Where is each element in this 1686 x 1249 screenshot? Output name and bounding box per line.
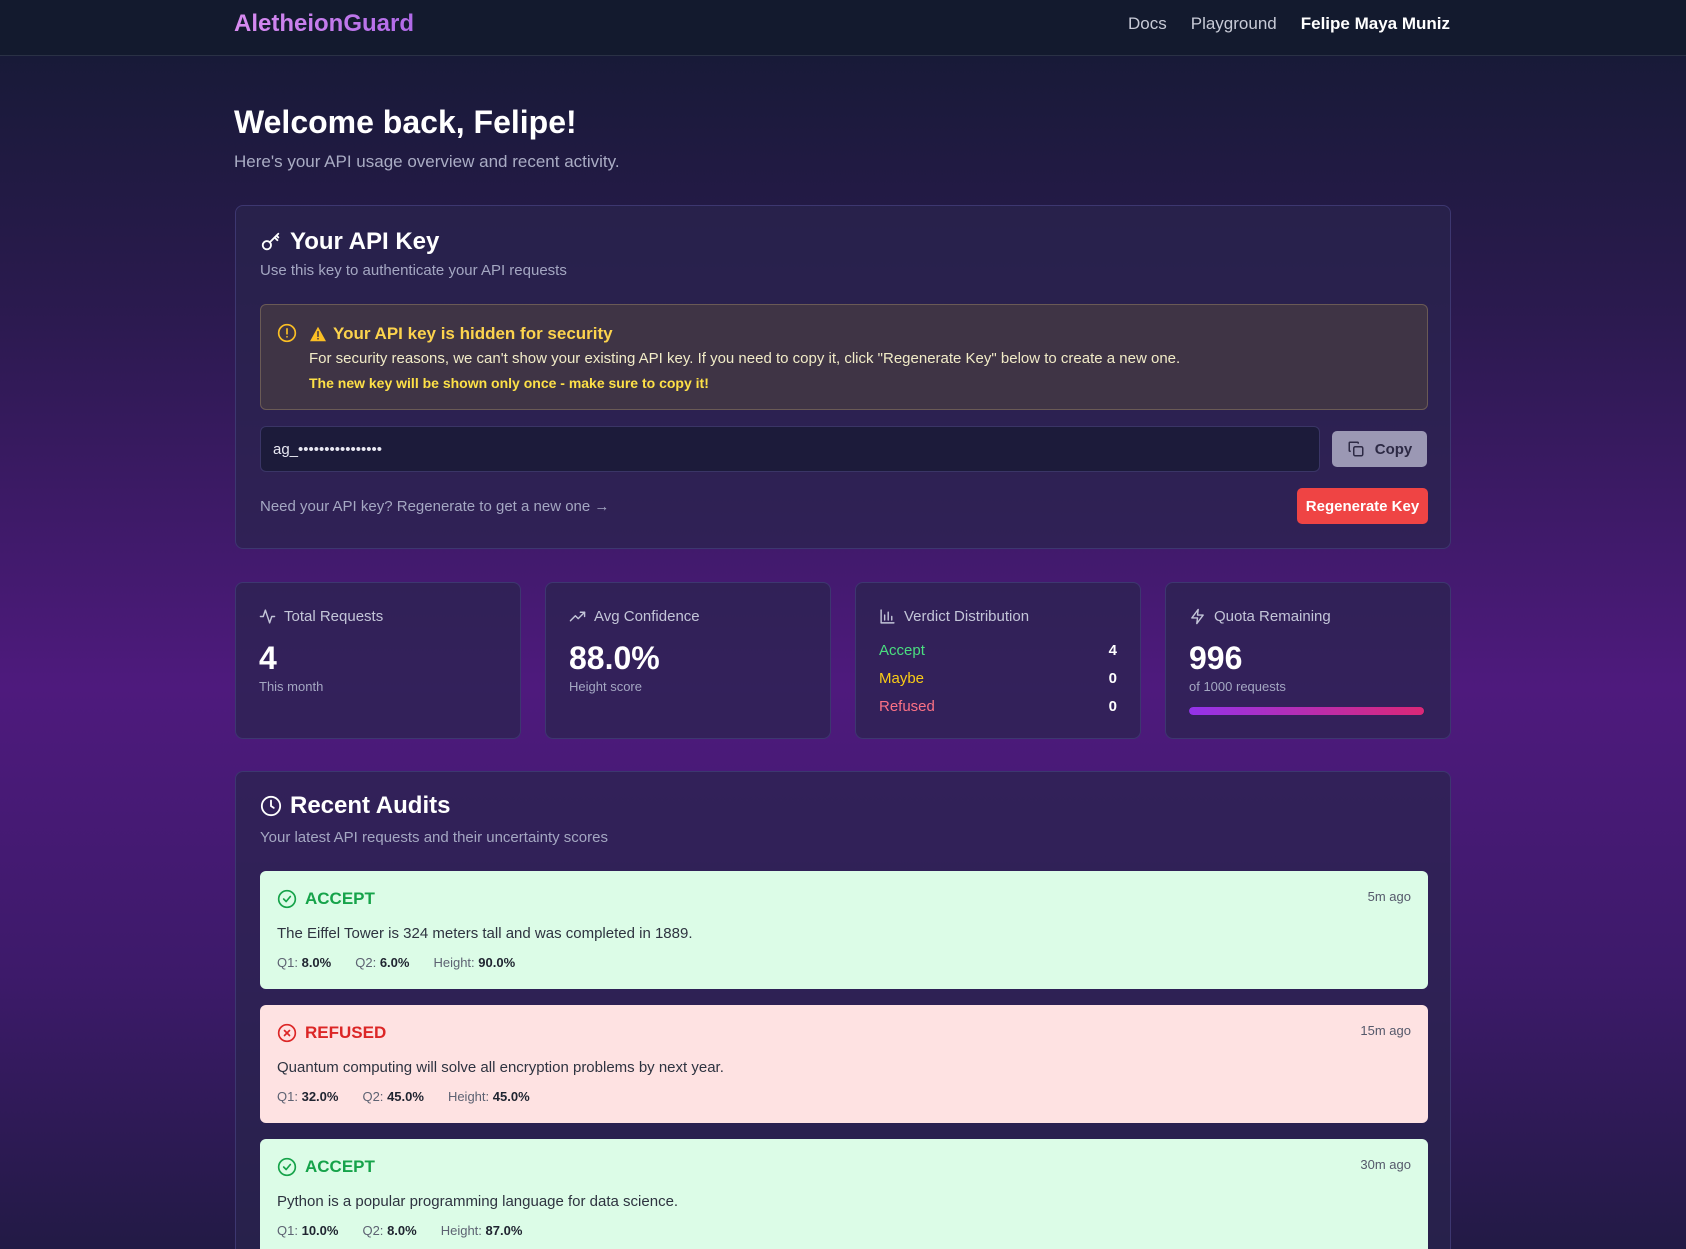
clock-icon — [260, 795, 282, 817]
audit-metrics: Q1: 32.0% Q2: 45.0% Height: 45.0% — [277, 1089, 530, 1104]
api-key-card: Your API Key Use this key to authenticat… — [235, 205, 1451, 549]
audit-text: The Eiffel Tower is 324 meters tall and … — [277, 925, 693, 942]
audit-height: Height: 87.0% — [440, 1223, 523, 1238]
top-navbar: AletheionGuard Docs Playground Felipe Ma… — [0, 0, 1686, 56]
audit-verdict-text: REFUSED — [305, 1023, 387, 1042]
recent-audits-card: Recent Audits Your latest API requests a… — [235, 771, 1451, 1249]
warning-title: Your API key is hidden for security — [309, 324, 613, 344]
regenerate-hint: Need your API key? Regenerate to get a n… — [260, 498, 610, 515]
warning-emphasis: The new key will be shown only once - ma… — [309, 375, 709, 391]
audit-q1: Q1: 8.0% — [277, 955, 332, 970]
api-key-input[interactable] — [260, 426, 1320, 472]
verdict-count-accept: 4 — [1108, 642, 1117, 659]
x-circle-icon — [277, 1023, 297, 1043]
verdict-row-maybe: Maybe 0 — [879, 670, 1117, 687]
trending-up-icon — [569, 611, 586, 622]
total-requests-label: Total Requests — [259, 608, 383, 625]
verdict-name-accept: Accept — [879, 642, 925, 659]
audit-metrics: Q1: 10.0% Q2: 8.0% Height: 87.0% — [277, 1223, 522, 1238]
avg-confidence-card: Avg Confidence 88.0% Height score — [545, 582, 831, 739]
total-requests-card: Total Requests 4 This month — [235, 582, 521, 739]
audit-verdict: ACCEPT — [277, 1157, 375, 1177]
recent-audits-subtitle: Your latest API requests and their uncer… — [260, 829, 608, 846]
alert-circle-icon — [277, 323, 297, 343]
page-title: Welcome back, Felipe! — [234, 104, 577, 140]
verdict-name-maybe: Maybe — [879, 670, 925, 687]
verdict-distribution-label: Verdict Distribution — [879, 608, 1029, 625]
api-key-title: Your API Key — [260, 228, 439, 256]
key-icon — [261, 232, 280, 251]
audit-metrics: Q1: 8.0% Q2: 6.0% Height: 90.0% — [277, 955, 515, 970]
copy-button-label: Copy — [1374, 440, 1413, 458]
audit-q2: Q2: 45.0% — [362, 1089, 424, 1104]
check-circle-icon — [277, 889, 297, 909]
audit-item[interactable]: REFUSED 15m ago Quantum computing will s… — [260, 1005, 1428, 1123]
audit-verdict-text: ACCEPT — [305, 889, 375, 908]
total-requests-value: 4 — [259, 640, 277, 676]
verdict-distribution-card: Verdict Distribution Accept 4 Maybe 0 Re… — [855, 582, 1141, 739]
bar-chart-icon — [880, 609, 895, 624]
audit-q2: Q2: 6.0% — [355, 955, 410, 970]
audit-text: Quantum computing will solve all encrypt… — [277, 1059, 724, 1076]
recent-audits-title: Recent Audits — [260, 792, 450, 820]
check-circle-icon — [277, 1157, 297, 1177]
audit-verdict: REFUSED — [277, 1023, 386, 1043]
audit-q2: Q2: 8.0% — [362, 1223, 417, 1238]
audit-verdict: ACCEPT — [277, 889, 375, 909]
audit-item[interactable]: ACCEPT 5m ago The Eiffel Tower is 324 me… — [260, 871, 1428, 989]
audit-verdict-text: ACCEPT — [305, 1157, 375, 1176]
quota-remaining-label: Quota Remaining — [1189, 608, 1331, 625]
verdict-name-refused: Refused — [879, 698, 935, 715]
warning-title-text: Your API key is hidden for security — [333, 324, 613, 343]
verdict-count-maybe: 0 — [1108, 670, 1117, 687]
lightning-icon — [1191, 608, 1204, 625]
audit-height: Height: 90.0% — [433, 955, 516, 970]
page-subtitle: Here's your API usage overview and recen… — [234, 152, 620, 171]
quota-progress-fill — [1189, 707, 1425, 715]
verdict-count-refused: 0 — [1108, 698, 1117, 715]
avg-confidence-note: Height score — [569, 679, 642, 694]
security-warning-alert: Your API key is hidden for security For … — [260, 304, 1428, 410]
audit-timestamp: 15m ago — [1360, 1023, 1411, 1038]
verdict-row-accept: Accept 4 — [879, 642, 1117, 659]
audit-timestamp: 30m ago — [1360, 1157, 1411, 1172]
nav-playground-link[interactable]: Playground — [1191, 14, 1277, 34]
quota-remaining-note: of 1000 requests — [1189, 679, 1286, 694]
top-nav: Docs Playground Felipe Maya Muniz — [1128, 14, 1450, 34]
copy-button[interactable]: Copy — [1332, 431, 1427, 467]
api-key-subtitle: Use this key to authenticate your API re… — [260, 262, 567, 279]
regenerate-key-button[interactable]: Regenerate Key — [1297, 488, 1428, 524]
audit-item[interactable]: ACCEPT 30m ago Python is a popular progr… — [260, 1139, 1428, 1249]
audit-height: Height: 45.0% — [447, 1089, 530, 1104]
audit-text: Python is a popular programming language… — [277, 1193, 679, 1210]
audit-q1: Q1: 32.0% — [277, 1089, 339, 1104]
nav-docs-link[interactable]: Docs — [1128, 14, 1167, 34]
api-key-title-text: Your API Key — [290, 228, 440, 255]
brand-logo[interactable]: AletheionGuard — [234, 10, 414, 38]
audit-q1: Q1: 10.0% — [277, 1223, 339, 1238]
warning-text: For security reasons, we can't show your… — [309, 350, 1181, 367]
user-menu[interactable]: Felipe Maya Muniz — [1301, 14, 1450, 34]
recent-audits-title-text: Recent Audits — [290, 792, 451, 819]
warning-triangle-icon — [310, 326, 326, 342]
verdict-row-refused: Refused 0 — [879, 698, 1117, 715]
verdict-distribution-label-text: Verdict Distribution — [904, 608, 1030, 625]
audit-timestamp: 5m ago — [1367, 889, 1411, 904]
avg-confidence-label-text: Avg Confidence — [594, 608, 700, 625]
total-requests-note: This month — [259, 679, 324, 694]
avg-confidence-label: Avg Confidence — [569, 608, 700, 625]
quota-remaining-value: 996 — [1189, 640, 1243, 676]
quota-remaining-label-text: Quota Remaining — [1214, 608, 1331, 625]
copy-icon — [1348, 441, 1364, 457]
total-requests-label-text: Total Requests — [284, 608, 384, 625]
quota-progress-bar — [1189, 707, 1425, 715]
quota-remaining-card: Quota Remaining 996 of 1000 requests — [1165, 582, 1451, 739]
activity-icon — [259, 609, 276, 624]
avg-confidence-value: 88.0% — [569, 640, 660, 676]
